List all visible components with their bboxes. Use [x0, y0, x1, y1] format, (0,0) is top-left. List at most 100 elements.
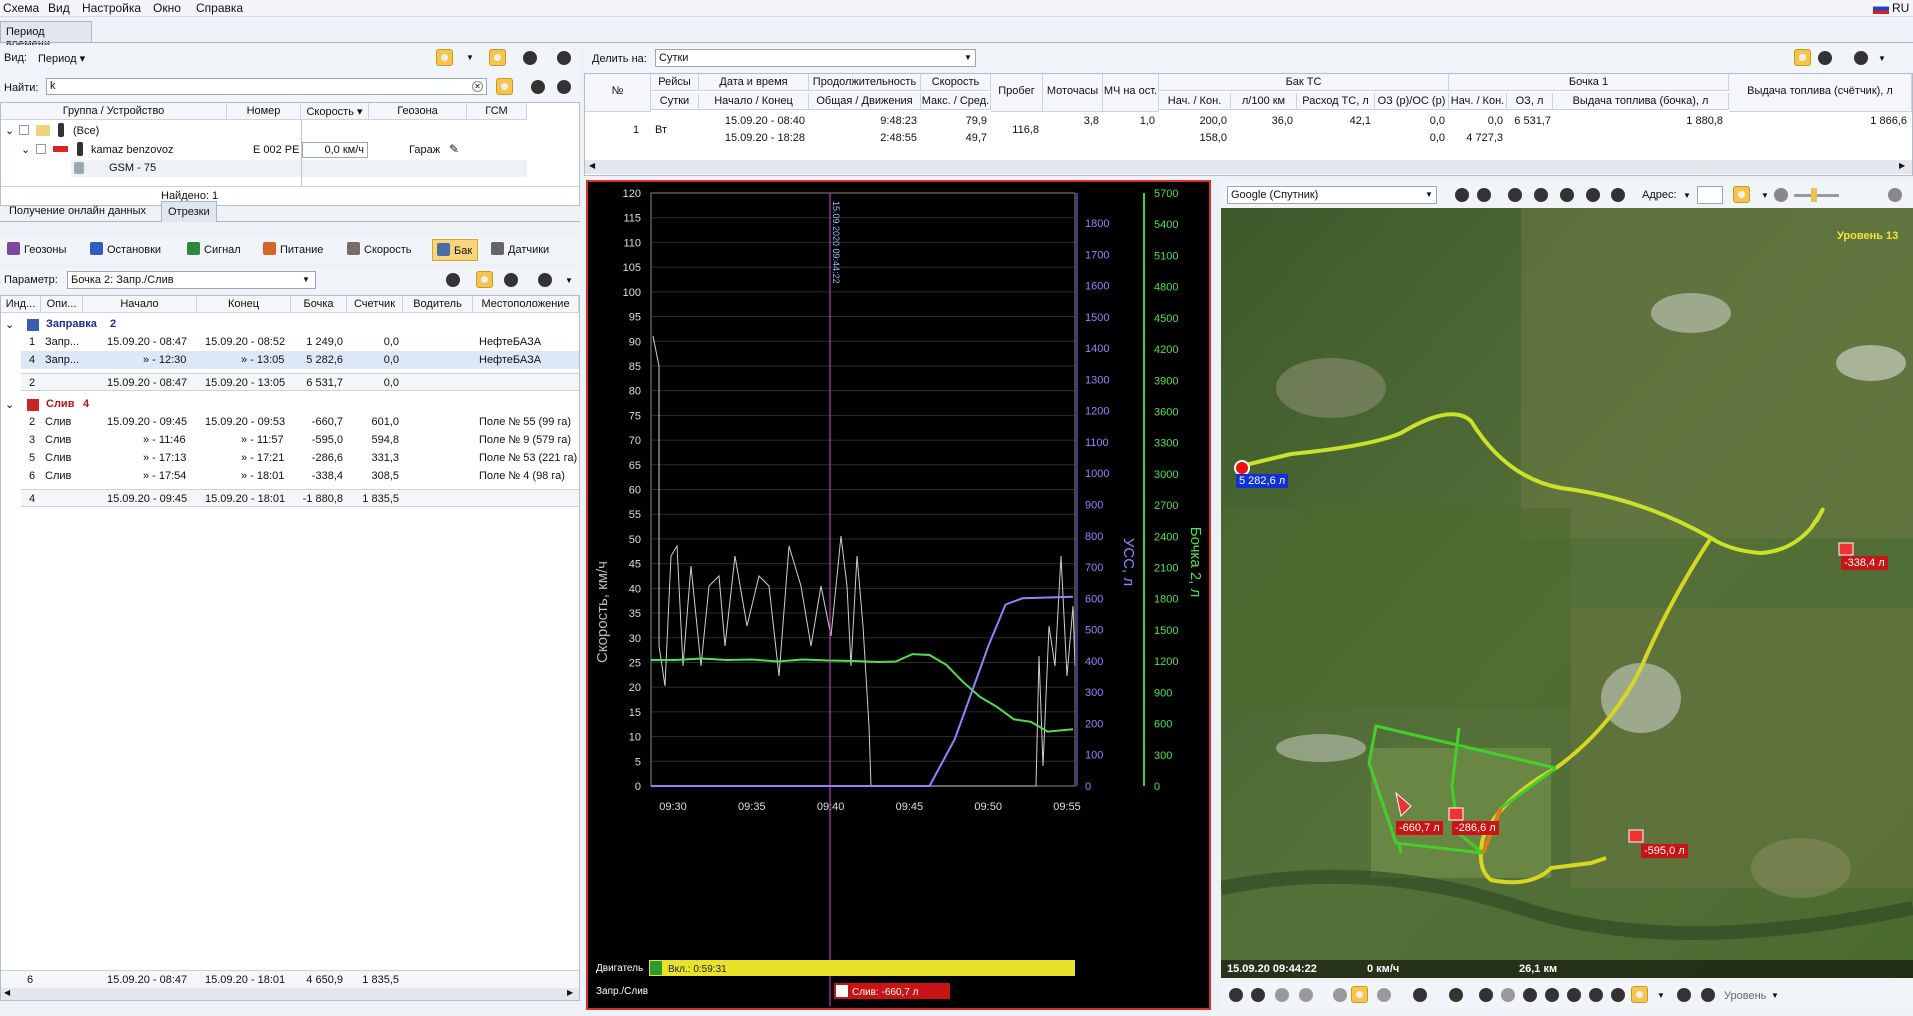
- truck-icon[interactable]: [1586, 188, 1600, 202]
- layers-icon[interactable]: [1508, 188, 1522, 202]
- collapse-icon[interactable]: [557, 51, 571, 65]
- graph-icon[interactable]: [1449, 988, 1463, 1002]
- col-group-device[interactable]: Группа / Устройство: [1, 103, 227, 120]
- col-motohours[interactable]: Моточасы: [1043, 74, 1103, 112]
- print-icon[interactable]: [1611, 988, 1625, 1002]
- zoom-out-icon[interactable]: [1677, 988, 1691, 1002]
- col-location[interactable]: Местоположение: [473, 296, 579, 313]
- drain-marker-icon[interactable]: [1838, 542, 1854, 556]
- expand-icon[interactable]: ⌄: [21, 143, 30, 156]
- param-select[interactable]: Бочка 2: Запр./Слив: [67, 271, 316, 289]
- col-oz[interactable]: ОЗ, л: [1507, 93, 1553, 110]
- collapse-icon[interactable]: [538, 273, 552, 287]
- start-marker-icon[interactable]: [1234, 460, 1250, 476]
- horizontal-scrollbar[interactable]: ◀ ▶: [585, 160, 1912, 174]
- filter-icon[interactable]: [446, 273, 460, 287]
- pan-icon[interactable]: [1229, 988, 1243, 1002]
- group-refuel-title[interactable]: Заправка: [46, 318, 97, 330]
- group-icon[interactable]: [1534, 188, 1548, 202]
- filter-icon[interactable]: [496, 78, 513, 95]
- arrow-left-icon[interactable]: [531, 80, 545, 94]
- col-start-end[interactable]: Начало / Конец: [699, 93, 809, 110]
- split-select[interactable]: Сутки: [655, 49, 976, 67]
- col-day[interactable]: Сутки: [651, 93, 699, 110]
- filter-geozones[interactable]: Геозоны: [7, 239, 77, 261]
- zoom-in-icon[interactable]: [1701, 988, 1715, 1002]
- route-icon[interactable]: [1251, 988, 1265, 1002]
- col-start[interactable]: Начало: [83, 296, 197, 313]
- export-icon[interactable]: [1589, 988, 1603, 1002]
- chevron-down-icon[interactable]: ▼: [1771, 991, 1779, 1000]
- map-source-select[interactable]: Google (Спутник): [1227, 186, 1437, 204]
- chevron-down-icon[interactable]: ▼: [964, 53, 972, 62]
- chevron-down-icon[interactable]: ▼: [466, 53, 474, 62]
- tree-item-device[interactable]: kamaz benzovoz: [91, 144, 174, 156]
- wrench-icon[interactable]: [1818, 51, 1832, 65]
- col-number[interactable]: Номер: [227, 103, 301, 120]
- col-barrel-output[interactable]: Выдача топлива (бочка), л: [1553, 93, 1729, 110]
- scroll-left-icon[interactable]: ◀: [589, 161, 595, 170]
- parking-icon[interactable]: [489, 49, 506, 66]
- collapse-icon[interactable]: ⌄: [5, 398, 14, 411]
- col-datetime[interactable]: Дата и время: [699, 74, 809, 91]
- col-tank-start-end[interactable]: Нач. / Кон.: [1159, 93, 1231, 110]
- col-speed[interactable]: Скорость: [921, 74, 991, 91]
- col-barrel1[interactable]: Бочка 1: [1449, 74, 1729, 91]
- track-icon[interactable]: [1333, 988, 1347, 1002]
- table-row[interactable]: 6 Слив » - 17:54 » - 18:01 -338,4 308,5 …: [21, 467, 579, 485]
- map-icon[interactable]: [1611, 188, 1625, 202]
- drain-marker-icon[interactable]: [1628, 829, 1644, 843]
- chevron-down-icon[interactable]: ▼: [1425, 190, 1433, 199]
- tab-online-data[interactable]: Получение онлайн данных: [3, 201, 152, 222]
- tab-segments[interactable]: Отрезки: [161, 201, 217, 222]
- table-row[interactable]: 4 Запр... » - 12:30 » - 13:05 5 282,6 0,…: [21, 351, 579, 369]
- zoom-in-icon[interactable]: [1888, 188, 1902, 202]
- info-icon[interactable]: [1455, 188, 1469, 202]
- table-row[interactable]: 2 Слив 15.09.20 - 09:45 15.09.20 - 09:53…: [21, 413, 579, 431]
- menu-help[interactable]: Справка: [196, 1, 243, 15]
- satellite-map[interactable]: 5 282,6 л -338,4 л -660,7 л -286,6 л -59…: [1221, 208, 1913, 978]
- segments-icon[interactable]: [1351, 986, 1368, 1003]
- col-end[interactable]: Конец: [197, 296, 291, 313]
- search-input[interactable]: k: [46, 78, 487, 95]
- col-mileage[interactable]: Пробег: [991, 74, 1043, 112]
- map-svg[interactable]: [1221, 208, 1913, 978]
- col-tank[interactable]: Бочка: [291, 296, 347, 313]
- filter-power[interactable]: Питание: [263, 239, 333, 261]
- col-geozone[interactable]: Геозона: [369, 103, 467, 120]
- pin-icon[interactable]: [1560, 188, 1574, 202]
- copy-icon[interactable]: [1501, 988, 1515, 1002]
- gear-icon[interactable]: [1477, 188, 1491, 202]
- menu-settings[interactable]: Настройка: [82, 1, 141, 15]
- marker-label[interactable]: -660,7 л: [1396, 821, 1443, 835]
- send-icon[interactable]: [1567, 988, 1581, 1002]
- marker-label[interactable]: -338,4 л: [1841, 556, 1888, 570]
- scroll-right-icon[interactable]: ▶: [1899, 161, 1905, 170]
- horizontal-scrollbar[interactable]: ◀ ▶: [1, 988, 579, 1000]
- fuel-speed-chart[interactable]: 120 115 110 105 100 95 90 85 80 75 70 65 60 55 50 45 40 3…: [586, 180, 1211, 1010]
- scroll-right-icon[interactable]: ▶: [567, 988, 573, 997]
- chevron-down-icon[interactable]: ▼: [565, 276, 573, 285]
- chevron-down-icon[interactable]: ▼: [1683, 191, 1691, 200]
- col-no[interactable]: №: [585, 74, 651, 112]
- scroll-left-icon[interactable]: ◀: [4, 988, 10, 997]
- col-tank-ts[interactable]: Бак ТС: [1159, 74, 1449, 91]
- menu-view[interactable]: Вид: [48, 1, 70, 15]
- satellite-icon[interactable]: [1733, 186, 1750, 203]
- table-row[interactable]: 1 Вт 15.09.20 - 08:40 15.09.20 - 18:28 9…: [585, 112, 1912, 148]
- refresh-icon[interactable]: [436, 49, 453, 66]
- col-max-avg[interactable]: Макс. / Сред.: [921, 93, 991, 110]
- zoom-level-select[interactable]: Уровень: [1724, 990, 1766, 1002]
- language-indicator[interactable]: RU: [1892, 1, 1909, 15]
- pin-icon[interactable]: [1794, 49, 1811, 66]
- col-l100[interactable]: л/100 км: [1231, 93, 1297, 110]
- marker-label[interactable]: 5 282,6 л: [1236, 474, 1289, 488]
- col-oz-os[interactable]: ОЗ (р)/ОС (р): [1375, 93, 1449, 110]
- measure-icon[interactable]: [1299, 988, 1313, 1002]
- col-trips[interactable]: Рейсы: [651, 74, 699, 91]
- filter-signal[interactable]: Сигнал: [187, 239, 255, 261]
- col-counter[interactable]: Счетчик: [347, 296, 403, 313]
- zoom-out-icon[interactable]: [1774, 188, 1788, 202]
- table-row[interactable]: 1 Запр... 15.09.20 - 08:47 15.09.20 - 08…: [21, 333, 579, 351]
- chevron-down-icon[interactable]: ▼: [1761, 191, 1769, 200]
